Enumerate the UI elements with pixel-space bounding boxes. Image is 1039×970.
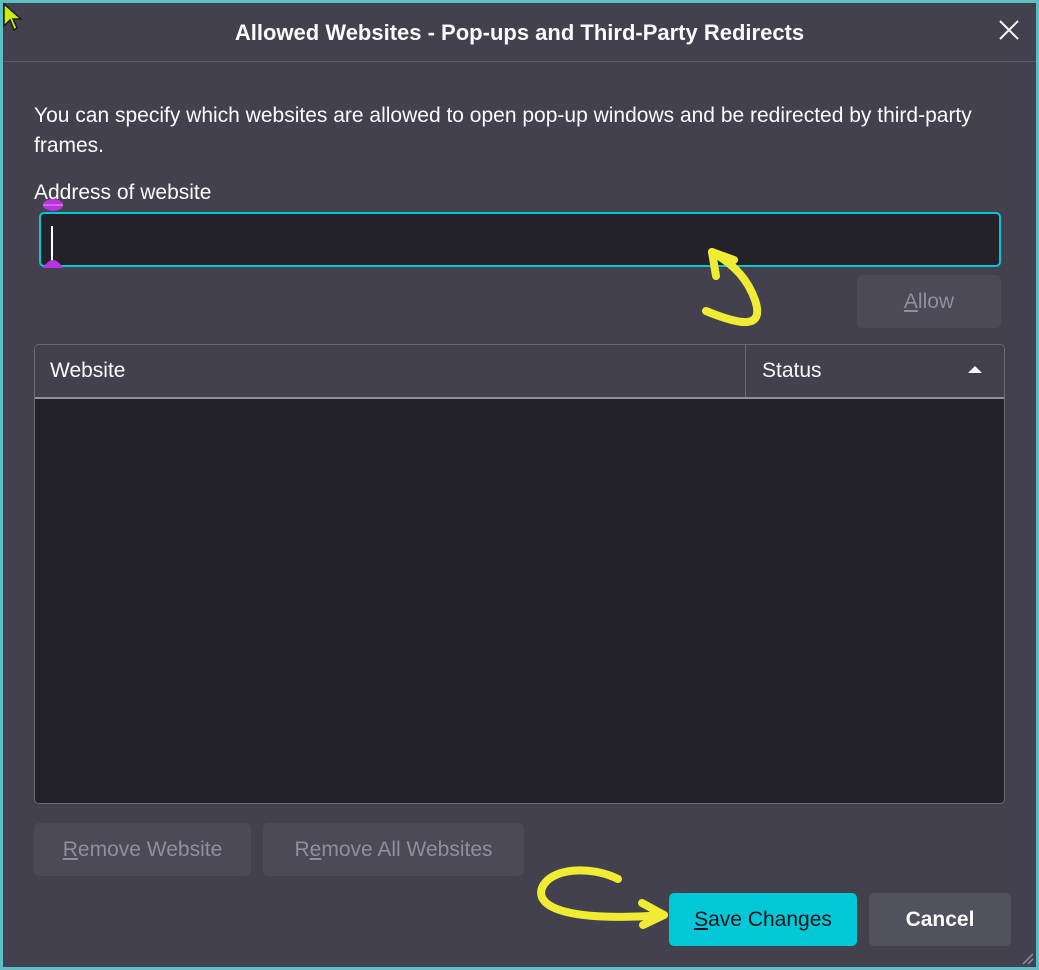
column-header-website[interactable]: Website xyxy=(35,345,746,397)
table-header: Website Status xyxy=(35,345,1004,399)
sort-ascending-icon xyxy=(968,366,982,373)
close-icon xyxy=(999,20,1019,40)
title-bar: Allowed Websites - Pop-ups and Third-Par… xyxy=(3,3,1036,62)
save-changes-button[interactable]: Save Changes xyxy=(669,893,857,946)
remove-all-websites-button[interactable]: Re move All Websites xyxy=(263,823,524,876)
mouse-pointer-icon xyxy=(3,2,23,32)
dialog-description: You can specify which websites are allow… xyxy=(34,104,972,157)
allow-button[interactable]: Allow xyxy=(857,275,1001,328)
selection-handle-bottom-icon[interactable] xyxy=(42,256,64,272)
close-button[interactable] xyxy=(992,13,1026,47)
column-header-status[interactable]: Status xyxy=(747,345,1004,397)
cancel-button[interactable]: Cancel xyxy=(869,893,1011,946)
websites-table[interactable]: Website Status xyxy=(34,344,1005,804)
dialog-title: Allowed Websites - Pop-ups and Third-Par… xyxy=(234,20,805,45)
dialog-window: Allowed Websites - Pop-ups and Third-Par… xyxy=(0,0,1039,970)
resize-grip-icon[interactable] xyxy=(1020,951,1034,965)
selection-handle-top-icon[interactable] xyxy=(42,196,64,212)
address-input[interactable] xyxy=(39,212,1001,267)
table-body[interactable] xyxy=(35,399,1004,803)
remove-website-button[interactable]: Remove Website xyxy=(34,823,251,876)
